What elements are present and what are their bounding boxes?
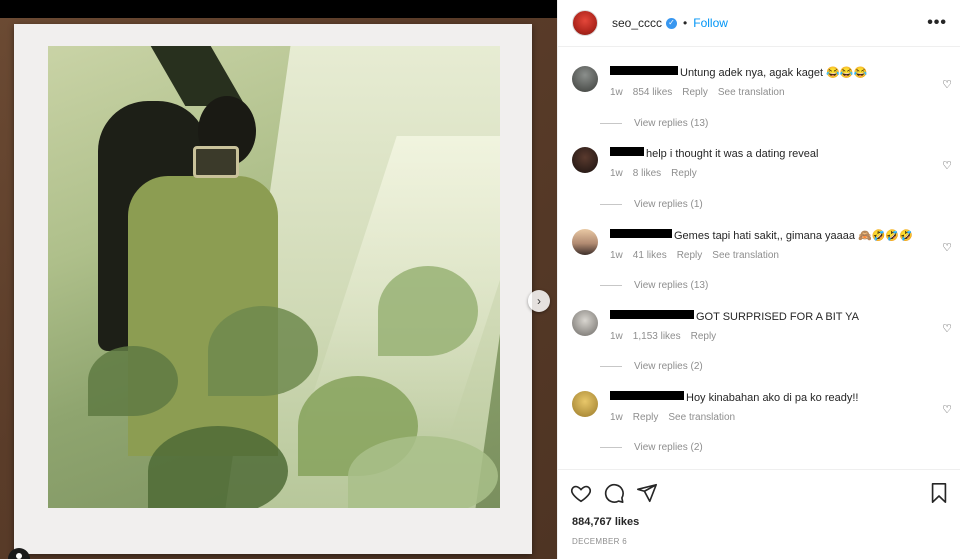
avatar[interactable] [572,310,598,336]
reply-button[interactable]: Reply [671,168,697,179]
see-translation-button[interactable]: See translation [718,87,785,98]
redacted-username [610,66,678,75]
divider [600,447,622,448]
divider [600,285,622,286]
post-header: seo_cccc ✓ • Follow ••• [558,0,960,47]
more-options-icon[interactable]: ••• [927,14,947,32]
post-date: DECEMBER 6 [572,537,628,546]
avatar[interactable] [572,10,598,36]
heart-icon[interactable]: ♡ [942,241,952,254]
view-replies-button[interactable]: View replies (13) [600,280,708,291]
comment-likes[interactable]: 8 likes [633,168,661,179]
redacted-username [610,147,644,156]
divider [600,366,622,367]
reply-button[interactable]: Reply [682,87,708,98]
view-replies-button[interactable]: View replies (2) [600,361,703,372]
heart-icon[interactable]: ♡ [942,159,952,172]
redacted-username [610,310,694,319]
comment-time: 1w [610,412,623,423]
post-likes-count[interactable]: 884,767 likes [572,516,639,528]
post-media: › [0,0,557,559]
post-username[interactable]: seo_cccc [612,16,662,30]
reply-button[interactable]: Reply [691,331,717,342]
photo-plant [88,346,178,416]
comment-time: 1w [610,250,623,261]
photo-plant [348,436,498,508]
comments-list: Untung adek nya, agak kaget 😂😂😂 1w 854 l… [558,48,960,468]
view-replies-label[interactable]: View replies (1) [634,199,703,210]
paper-plane-icon[interactable] [636,482,658,504]
divider [600,123,622,124]
verified-badge-icon: ✓ [666,17,678,29]
comment-text: Untung adek nya, agak kaget 😂😂😂 [680,67,868,79]
photo-plant [378,266,478,356]
view-replies-label[interactable]: View replies (13) [634,280,708,291]
post-actions: 884,767 likes DECEMBER 6 [558,469,960,559]
view-replies-button[interactable]: View replies (13) [600,118,708,129]
divider [600,204,622,205]
see-translation-button[interactable]: See translation [668,412,735,423]
comment-text: GOT SURPRISED FOR A BIT YA [696,311,860,323]
comment-likes[interactable]: 41 likes [633,250,667,261]
bookmark-icon[interactable] [928,482,950,504]
photo-camera [193,146,239,178]
see-translation-button[interactable]: See translation [712,250,779,261]
photo-plant [148,426,288,508]
heart-icon[interactable] [570,482,592,504]
photo-plant [208,306,318,396]
post-panel: seo_cccc ✓ • Follow ••• Untung adek nya,… [557,0,960,559]
chevron-right-icon: › [537,294,541,308]
avatar[interactable] [572,229,598,255]
comment-time: 1w [610,168,623,179]
comment-text: Hoy kinabahan ako di pa ko ready!! [686,392,859,404]
avatar[interactable] [572,391,598,417]
reply-button[interactable]: Reply [633,412,659,423]
heart-icon[interactable]: ♡ [942,403,952,416]
view-replies-button[interactable]: View replies (1) [600,199,703,210]
avatar[interactable] [572,66,598,92]
view-replies-label[interactable]: View replies (13) [634,118,708,129]
comment-icon[interactable] [603,482,625,504]
redacted-username [610,229,672,238]
comment-time: 1w [610,87,623,98]
view-replies-label[interactable]: View replies (2) [634,442,703,453]
comment-likes[interactable]: 1,153 likes [633,331,681,342]
comment-text: Gemes tapi hati sakit,, gimana yaaaa 🙈🤣🤣… [674,230,913,242]
reply-button[interactable]: Reply [677,250,703,261]
heart-icon[interactable]: ♡ [942,78,952,91]
comment-likes[interactable]: 854 likes [633,87,672,98]
view-replies-button[interactable]: View replies (2) [600,442,703,453]
separator: • [683,16,688,30]
comment-text: help i thought it was a dating reveal [646,148,819,160]
avatar[interactable] [572,147,598,173]
comment-time: 1w [610,331,623,342]
top-bar [0,0,557,18]
follow-button[interactable]: Follow [693,16,728,30]
redacted-username [610,391,684,400]
heart-icon[interactable]: ♡ [942,322,952,335]
view-replies-label[interactable]: View replies (2) [634,361,703,372]
post-photo [48,46,500,508]
next-image-button[interactable]: › [528,290,550,312]
